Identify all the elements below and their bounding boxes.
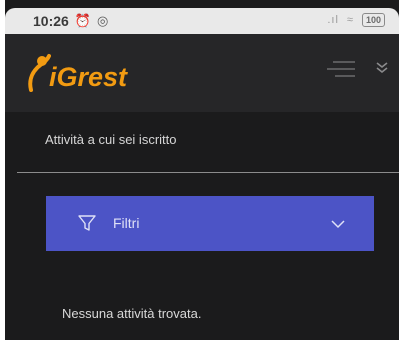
status-bar: 10:26 ⏰ ◎ .ıl ≈ 100	[5, 8, 399, 34]
alarm-icon: ⏰	[74, 13, 91, 28]
igrest-logo[interactable]: iGrest	[25, 52, 127, 92]
chevron-down-icon	[331, 220, 345, 229]
hamburger-icon[interactable]	[325, 56, 357, 82]
chevron-down-icon[interactable]	[375, 60, 389, 74]
whatsapp-icon: ◎	[97, 13, 109, 28]
filter-icon	[78, 215, 96, 231]
filters-button[interactable]: Filtri	[46, 196, 374, 251]
logo-text: iGrest	[49, 62, 128, 92]
filters-label: Filtri	[113, 215, 140, 231]
subscriptions-card: Attività a cui sei iscritto Filtri Nessu…	[17, 112, 399, 340]
empty-state-message: Nessuna attività trovata.	[62, 306, 202, 321]
wifi-icon: ≈	[346, 14, 354, 26]
logo-mark-icon	[28, 54, 51, 92]
signal-icon: .ıl	[327, 14, 339, 26]
card-title: Attività a cui sei iscritto	[45, 132, 177, 147]
status-time: 10:26	[33, 13, 69, 29]
divider	[17, 172, 399, 173]
app-header: iGrest	[5, 34, 399, 112]
battery-indicator: 100	[361, 13, 385, 27]
